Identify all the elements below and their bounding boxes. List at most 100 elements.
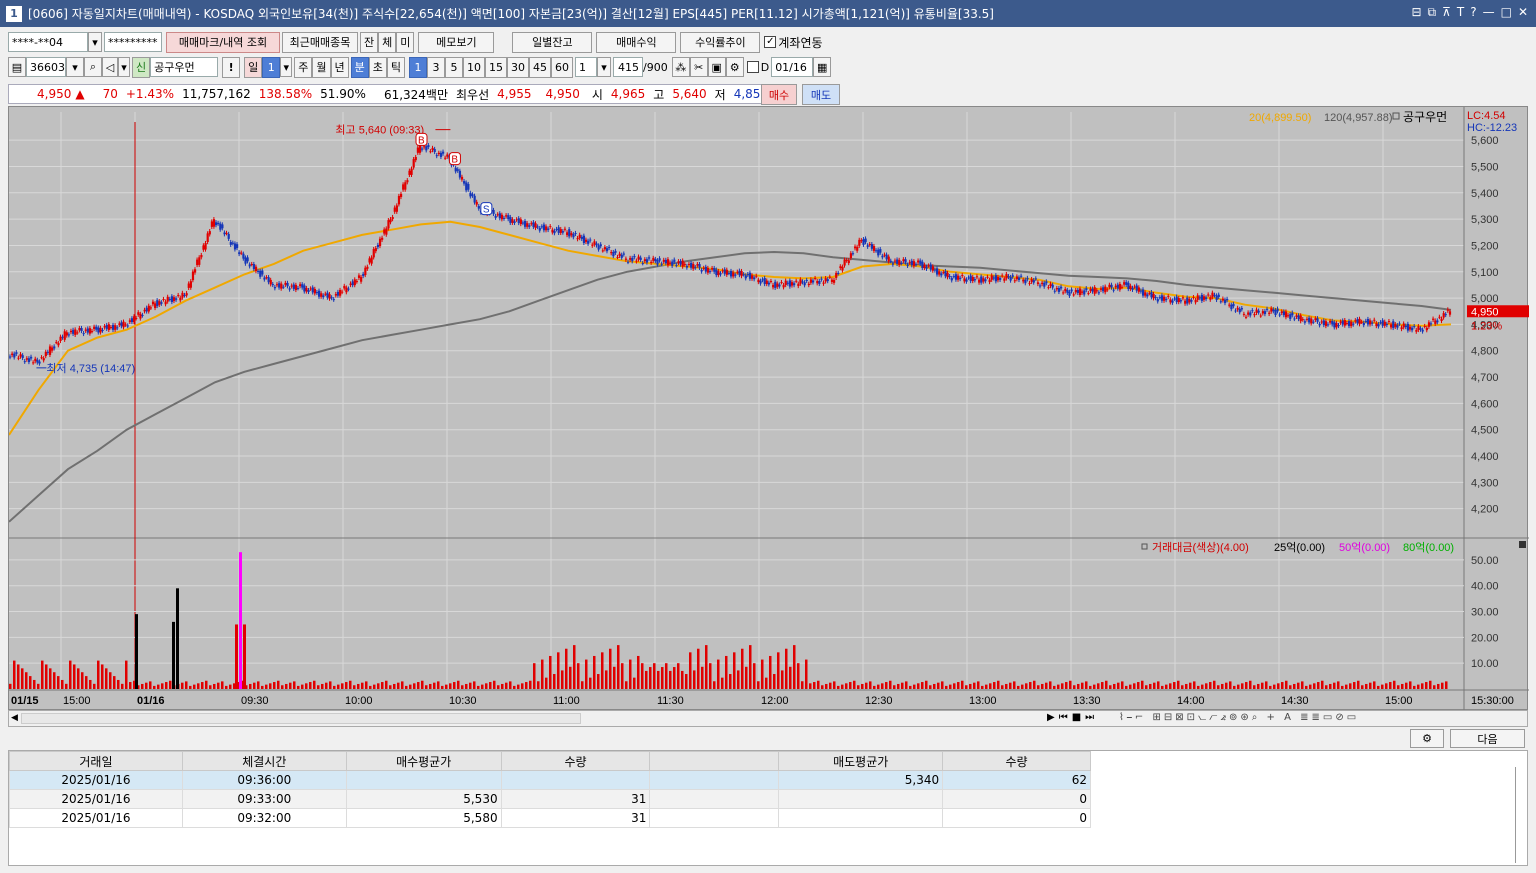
account-select[interactable]: ****-**04 [8,32,88,52]
unexecuted-button[interactable]: 미 [396,31,415,53]
period-week-button[interactable]: 주 [294,56,313,78]
gear-icon[interactable]: ⚙ [725,57,744,77]
close-icon[interactable]: ✕ [1518,5,1528,20]
alert-button[interactable]: ! [222,56,241,78]
maximize-icon[interactable]: □ [1501,5,1512,20]
chart-svg[interactable]: 5,6005,5005,4005,3005,2005,1005,0004,900… [9,107,1529,711]
period-year-button[interactable]: 년 [330,56,349,78]
minute-10-button[interactable]: 10 [463,56,485,78]
code-list-icon[interactable]: ▤ [8,57,26,77]
stock-code-input[interactable]: 366030 [26,57,66,77]
cell-sell-avg [778,808,944,828]
candle-body [746,274,750,276]
volume-bar [1213,680,1216,689]
restore-window-icon[interactable]: ⧉ [1428,5,1437,20]
candle-body [1341,320,1344,325]
crosshair-icon[interactable]: ✂ [689,57,708,77]
header-trade-date[interactable]: 거래일 [9,751,183,771]
trade-profit-button[interactable]: 매매수익 [596,31,677,53]
header-buy-qty[interactable]: 수량 [500,751,651,771]
table-row[interactable]: 2025/01/16 09:33:00 5,530 31 0 [9,789,1091,809]
period-minute-button[interactable]: 분 [350,56,369,78]
minute-15-button[interactable]: 15 [485,56,507,78]
chart-area[interactable]: 5,600 5,500 5,400 5,300 5,200 5,100 5,000 4,900… [8,106,1529,711]
header-buy-avg[interactable]: 매수평균가 [345,751,502,771]
buy-button[interactable]: 매수 [761,84,797,105]
chevron-down-icon[interactable]: ▾ [118,57,130,77]
memo-view-button[interactable]: 메모보기 [418,31,495,53]
minute-3-button[interactable]: 3 [427,56,445,78]
account-link-checkbox[interactable]: ✓ [764,36,777,48]
stock-name-field[interactable]: 공구우먼 [150,57,219,77]
candle-body [1017,277,1021,280]
chevron-down-icon[interactable]: ▾ [88,32,102,52]
volume-bar [425,685,428,689]
chart-scrollbar[interactable]: ◀ ▶⏮■⏭ ⌇⎯⌐ ⊞⊟⊠⊡⦦⦧⦨⊚⊛⌕ + A ≣≣▭⊘▭ [8,710,1528,727]
price-tick-label: 4,700 [1471,372,1499,384]
period-month-button[interactable]: 월 [312,56,331,78]
table-row[interactable]: 2025/01/16 09:36:00 5,340 62 [9,770,1091,790]
save-icon[interactable]: ▣ [707,57,726,77]
minute-60-button[interactable]: 60 [551,56,573,78]
indicator-icon[interactable]: ⁂ [671,57,690,77]
cell-time: 09:33:00 [181,789,347,809]
period-value[interactable]: 1 [262,56,281,78]
candle-body [1125,282,1128,285]
candle-body [59,336,62,341]
playback-controls-icon[interactable]: ▶⏮■⏭ [1047,712,1098,723]
scroll-thumb[interactable] [21,713,581,724]
chevron-down-icon[interactable]: ▾ [280,57,293,77]
header-blank[interactable] [649,751,780,771]
layout-icon[interactable]: ⊟ [1411,5,1421,20]
speaker-icon[interactable]: ◁ [102,57,118,77]
candle-body [1234,310,1237,312]
interval-input[interactable]: 1 [575,57,597,77]
chevron-down-icon[interactable]: ▾ [597,57,611,77]
candle-body [393,207,396,212]
balance-button[interactable]: 잔 [360,31,379,53]
data-count-input[interactable]: 415 [613,57,643,77]
settings-gear-button[interactable]: ⚙ [1410,729,1444,748]
pin-icon[interactable]: ⊼ [1442,5,1451,20]
minute-5-button[interactable]: 5 [445,56,463,78]
period-tick-button[interactable]: 틱 [386,56,405,78]
candle-body [994,275,998,282]
volume-bar [81,672,84,689]
header-sell-qty[interactable]: 수량 [942,751,1091,771]
chevron-down-icon[interactable]: ▾ [66,57,84,77]
period-day-button[interactable]: 일 [244,56,263,78]
candle-body [805,280,808,282]
table-scrollbar[interactable] [1515,767,1521,863]
period-second-button[interactable]: 초 [368,56,387,78]
volume-bar [341,683,344,689]
minute-45-button[interactable]: 45 [529,56,551,78]
executed-button[interactable]: 체 [378,31,397,53]
volume-bar [1201,684,1204,689]
volume-bar [1325,685,1328,689]
trade-mark-query-button[interactable]: 매매마크/내역 조회 [166,31,280,53]
calendar-icon[interactable]: ▦ [813,57,832,77]
profit-trend-button[interactable]: 수익률추이 [680,31,761,53]
table-row[interactable]: 2025/01/16 09:32:00 5,580 31 0 [9,808,1091,828]
sell-button[interactable]: 매도 [802,84,840,105]
recent-trades-button[interactable]: 최근매매종목 [282,31,358,53]
font-icon[interactable]: T [1457,5,1464,20]
minimize-icon[interactable]: — [1483,5,1495,20]
search-icon[interactable]: ⌕ [84,57,102,77]
date-checkbox[interactable] [746,61,759,73]
daily-balance-button[interactable]: 일별잔고 [512,31,593,53]
minute-30-button[interactable]: 30 [507,56,529,78]
scroll-left-icon[interactable]: ◀ [11,713,18,723]
candle-body [1076,289,1080,293]
header-exec-time[interactable]: 체결시간 [181,751,347,771]
help-icon[interactable]: ? [1470,5,1476,20]
password-input[interactable]: ********* [104,32,162,52]
candle-body [610,252,613,254]
minute-1-button[interactable]: 1 [409,56,427,78]
header-sell-avg[interactable]: 매도평균가 [778,751,944,771]
drawing-tools-icon[interactable]: ⌇⎯⌐ ⊞⊟⊠⊡⦦⦧⦨⊚⊛⌕ + A ≣≣▭⊘▭ [1119,712,1359,723]
next-button[interactable]: 다음 [1450,729,1525,748]
date-input[interactable]: 01/16 [771,57,814,77]
volume-bar [573,645,576,689]
volume-bar [13,660,16,689]
